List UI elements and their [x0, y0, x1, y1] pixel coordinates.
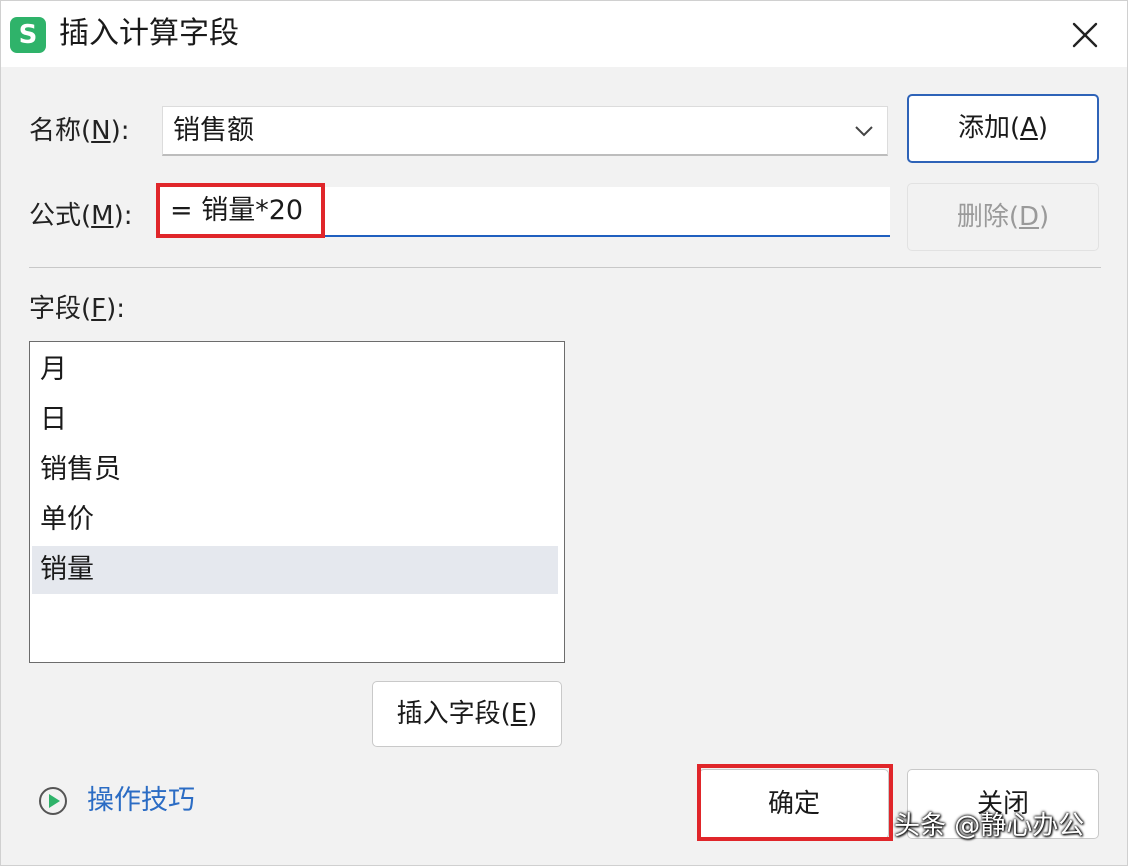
insert-calculated-field-dialog: S 插入计算字段 名称(N): 销售额 添加(A) 公式(M): = 销量*20… [0, 0, 1128, 866]
ok-button[interactable]: 确定 [699, 769, 889, 839]
fields-label: 字段(F): [29, 294, 126, 324]
section-divider [29, 267, 1101, 268]
field-item-day[interactable]: 日 [32, 396, 558, 444]
formula-input-value: = 销量*20 [170, 195, 304, 226]
name-combobox-value: 销售额 [173, 115, 254, 146]
formula-input[interactable]: = 销量*20 [158, 187, 890, 237]
delete-button[interactable]: 删除(D) [907, 183, 1099, 251]
chevron-down-icon [855, 126, 873, 137]
name-combobox[interactable]: 销售额 [162, 106, 888, 156]
watermark: 头条 @静心办公 [894, 811, 1085, 841]
name-label: 名称(N): [29, 116, 130, 146]
insert-field-button[interactable]: 插入字段(E) [372, 681, 562, 747]
field-item-month[interactable]: 月 [32, 346, 558, 394]
wps-app-icon: S [10, 17, 46, 53]
formula-label: 公式(M): [29, 201, 133, 231]
field-item-salesperson[interactable]: 销售员 [32, 446, 558, 494]
close-window-button[interactable] [1063, 13, 1107, 57]
add-button[interactable]: 添加(A) [907, 94, 1099, 163]
close-icon [1072, 22, 1098, 48]
tips-link-text[interactable]: 操作技巧 [87, 783, 195, 819]
dialog-title: 插入计算字段 [59, 16, 239, 51]
field-item-unit-price[interactable]: 单价 [32, 496, 558, 544]
fields-listbox[interactable]: 月 日 销售员 单价 销量 [29, 341, 565, 663]
title-bar: S 插入计算字段 [1, 1, 1127, 67]
field-item-sales-volume[interactable]: 销量 [32, 546, 558, 594]
play-circle-icon [39, 787, 67, 815]
